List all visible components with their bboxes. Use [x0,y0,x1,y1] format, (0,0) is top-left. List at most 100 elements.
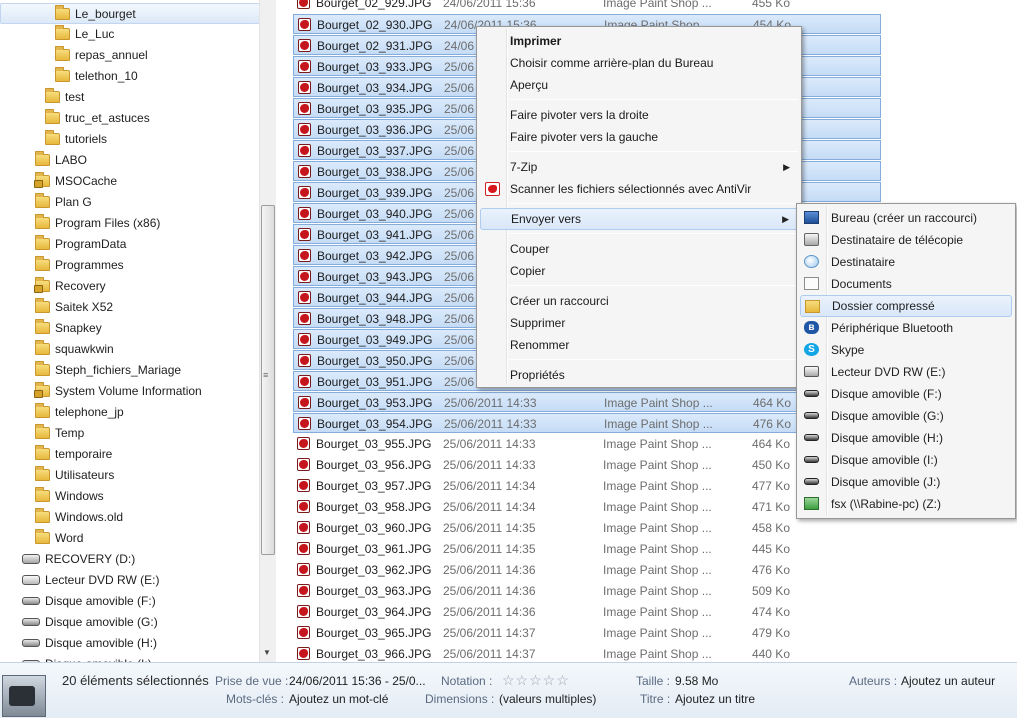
nav-item[interactable]: Word [0,528,260,549]
nav-item[interactable]: Temp [0,423,260,444]
file-row[interactable]: Bourget_03_965.JPG 25/06/2011 14:37 Image … [293,623,881,643]
context-menu-item[interactable]: Aperçu [480,74,798,96]
nav-item[interactable]: Le_bourget [0,3,260,24]
nav-item[interactable]: Programmes [0,255,260,276]
mots-cles-value[interactable]: Ajoutez un mot-clé [289,692,388,706]
nav-item-label: MSOCache [55,174,118,188]
context-menu-item[interactable]: Scanner les fichiers sélectionnés avec A… [480,178,798,200]
nav-item[interactable]: truc_et_astuces [0,108,260,129]
file-row[interactable]: Bourget_03_956.JPG 25/06/2011 14:33 Image … [293,455,881,475]
nav-item[interactable]: ProgramData [0,234,260,255]
nav-item-label: tutoriels [65,132,108,146]
rating-stars[interactable]: ☆☆☆☆☆ [502,672,570,689]
nav-item[interactable]: Disque amovible (H:) [0,633,260,654]
context-menu-item[interactable]: Supprimer [480,312,798,334]
nav-item[interactable]: Steph_fichiers_Mariage [0,360,260,381]
send-to-item[interactable]: S Skype [800,339,1012,361]
send-to-item[interactable]: Destinataire [800,251,1012,273]
file-row[interactable]: Bourget_03_953.JPG 25/06/2011 14:33 Image … [293,392,881,412]
file-name: Bourget_03_956.JPG [316,458,432,472]
file-row[interactable]: Bourget_03_962.JPG 25/06/2011 14:36 Image … [293,560,881,580]
file-type: Image Paint Shop ... [604,396,713,410]
context-menu-item[interactable]: Créer un raccourci [480,290,798,312]
send-to-item[interactable]: Lecteur DVD RW (E:) [800,361,1012,383]
nav-item[interactable]: Le_Luc [0,24,260,45]
folder-icon [35,297,50,313]
nav-item[interactable]: RECOVERY (D:) [0,549,260,570]
context-menu-item[interactable]: Faire pivoter vers la droite [480,104,798,126]
context-menu-item[interactable]: Couper [480,238,798,260]
file-row[interactable]: Bourget_03_954.JPG 25/06/2011 14:33 Image … [293,413,881,433]
prise-label: Prise de vue : [215,674,289,688]
file-name: Bourget_03_961.JPG [316,542,432,556]
file-row[interactable]: Bourget_02_929.JPG 24/06/2011 15:36 Image … [293,0,881,13]
nav-item[interactable]: telephone_jp [0,402,260,423]
nav-item[interactable]: LABO [0,150,260,171]
zip-icon [805,300,820,313]
send-to-item[interactable]: Disque amovible (H:) [800,427,1012,449]
send-to-item[interactable]: Disque amovible (F:) [800,383,1012,405]
send-to-item[interactable]: Dossier compressé [800,295,1012,317]
send-to-item[interactable]: fsx (\\Rabine-pc) (Z:) [800,493,1012,515]
context-menu-label: Faire pivoter vers la droite [510,108,649,122]
file-row[interactable]: Bourget_03_957.JPG 25/06/2011 14:34 Image … [293,476,881,496]
file-row[interactable]: Bourget_03_958.JPG 25/06/2011 14:34 Image … [293,497,881,517]
net-icon [804,497,819,510]
file-row[interactable]: Bourget_03_960.JPG 25/06/2011 14:35 Image … [293,518,881,538]
nav-item[interactable]: Disque amovible (F:) [0,591,260,612]
nav-item[interactable]: Windows.old [0,507,260,528]
nav-item[interactable]: Lecteur DVD RW (E:) [0,570,260,591]
auteurs-value[interactable]: Ajoutez un auteur [901,674,995,688]
file-row[interactable]: Bourget_03_955.JPG 25/06/2011 14:33 Image … [293,434,881,454]
nav-item[interactable]: Recovery [0,276,260,297]
send-to-item[interactable]: Disque amovible (I:) [800,449,1012,471]
context-menu-item[interactable]: Envoyer vers ▶ [480,208,798,230]
context-menu-label: Copier [510,264,546,278]
send-to-item[interactable]: ʙ Périphérique Bluetooth [800,317,1012,339]
nav-item[interactable]: Plan G [0,192,260,213]
send-to-item[interactable]: Bureau (créer un raccourci) [800,207,1012,229]
file-row[interactable]: Bourget_03_966.JPG 25/06/2011 14:37 Image … [293,644,881,662]
scroll-thumb[interactable] [261,205,275,555]
paintshop-image-icon [297,500,310,513]
nav-item[interactable]: Utilisateurs [0,465,260,486]
file-type: Image Paint Shop ... [603,458,712,472]
nav-item[interactable]: Disque amovible (G:) [0,612,260,633]
nav-scrollbar[interactable]: ≡ ▼ [259,0,276,662]
titre-value[interactable]: Ajoutez un titre [675,692,755,706]
context-menu-label: 7-Zip [510,160,538,174]
nav-item[interactable]: Program Files (x86) [0,213,260,234]
context-menu-item[interactable]: Propriétés [480,364,798,386]
scroll-down-arrow-icon[interactable]: ▼ [263,648,271,657]
nav-item[interactable]: squawkwin [0,339,260,360]
nav-item[interactable]: Snapkey [0,318,260,339]
send-to-item[interactable]: Destinataire de télécopie [800,229,1012,251]
nav-item[interactable]: tutoriels [0,129,260,150]
file-row[interactable]: Bourget_03_964.JPG 25/06/2011 14:36 Image … [293,602,881,622]
nav-item[interactable]: repas_annuel [0,45,260,66]
nav-item[interactable]: Windows [0,486,260,507]
context-menu-item[interactable]: Faire pivoter vers la gauche [480,126,798,148]
nav-item[interactable]: Disque amovible (I:) [0,654,260,662]
file-row[interactable]: Bourget_03_961.JPG 25/06/2011 14:35 Image … [293,539,881,559]
file-date: 25/06/2011 14:37 [443,626,536,640]
file-date: 25/06/2011 14:35 [443,542,536,556]
nav-item[interactable]: test [0,87,260,108]
send-to-item[interactable]: Disque amovible (G:) [800,405,1012,427]
context-menu-item[interactable]: Copier [480,260,798,282]
nav-item[interactable]: System Volume Information [0,381,260,402]
nav-item-label: Saitek X52 [55,300,114,314]
file-row[interactable]: Bourget_03_963.JPG 25/06/2011 14:36 Image … [293,581,881,601]
nav-item[interactable]: telethon_10 [0,66,260,87]
nav-item[interactable]: Saitek X52 [0,297,260,318]
folder-icon [35,213,50,229]
send-to-item[interactable]: Disque amovible (J:) [800,471,1012,493]
context-menu-item[interactable]: Choisir comme arrière-plan du Bureau [480,52,798,74]
nav-item[interactable]: MSOCache [0,171,260,192]
context-menu-item[interactable]: Renommer [480,334,798,356]
nav-item[interactable]: temporaire [0,444,260,465]
context-menu-item[interactable]: Imprimer [480,30,798,52]
file-size: 477 Ko [751,479,790,493]
context-menu-item[interactable]: 7-Zip ▶ [480,156,798,178]
send-to-item[interactable]: Documents [800,273,1012,295]
